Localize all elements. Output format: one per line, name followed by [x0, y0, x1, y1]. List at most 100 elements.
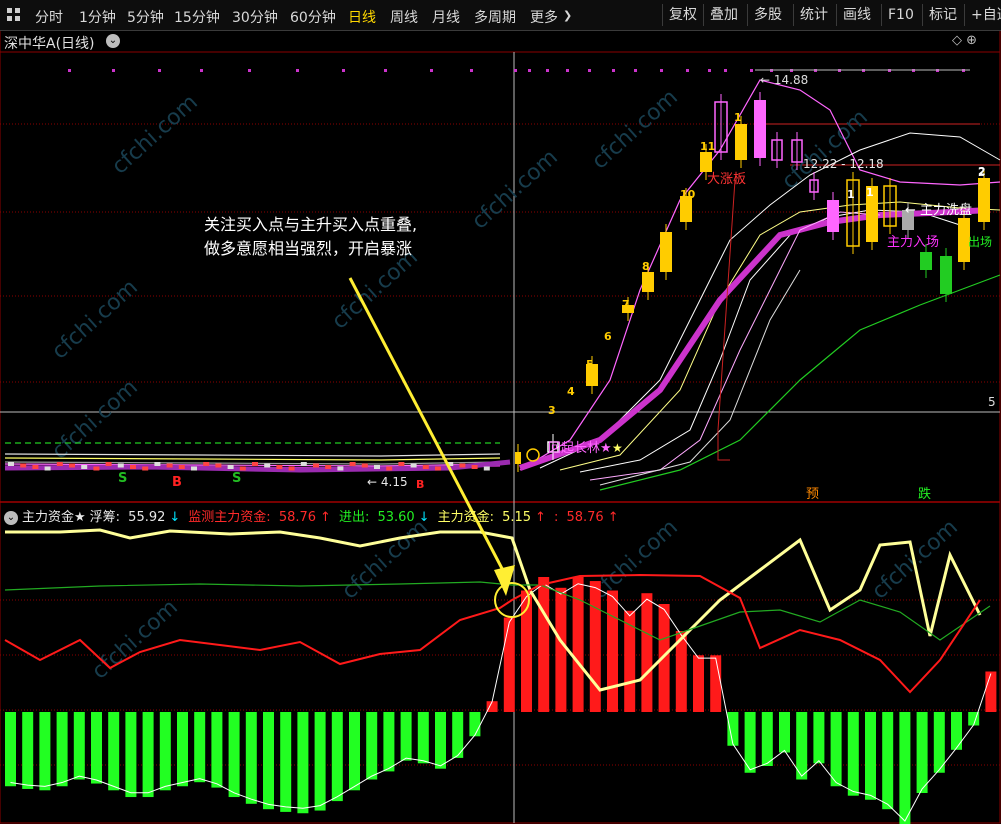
tool-fuquan-button[interactable]: 复权 [662, 4, 703, 26]
candle-small [435, 466, 441, 471]
start-signal-label: 回起长林★ [548, 441, 612, 456]
money-bar [469, 712, 481, 737]
legend-jiance-label: 监测主力资金: [188, 510, 275, 525]
marker-dot [430, 69, 433, 72]
money-bar [263, 712, 274, 810]
tool-f10-button[interactable]: F10 [881, 4, 920, 26]
money-bar [899, 712, 911, 824]
money-bar [417, 712, 429, 764]
marker-dot [384, 69, 387, 72]
signal-circle-icon [526, 448, 540, 462]
exit-label: 出场 [968, 235, 992, 249]
candle-body [642, 272, 654, 292]
money-bar [985, 671, 997, 712]
tool-huaxian-button[interactable]: 画线 [836, 4, 877, 26]
period-tab-monthly[interactable]: 月线 [432, 7, 460, 27]
legend-jiance: 监测主力资金: 58.76 ↑ [188, 510, 335, 525]
period-tab-30min[interactable]: 30分钟 [232, 7, 278, 27]
grid-icon[interactable] [7, 8, 21, 22]
candle-small [93, 466, 100, 471]
marker-dot [634, 69, 637, 72]
day-count-label: 1 [847, 188, 855, 201]
money-bar [538, 577, 550, 712]
tool-tongji-button[interactable]: 统计 [793, 4, 834, 26]
money-bar [882, 712, 894, 810]
legend-jinchu-value: 53.60 [377, 510, 415, 525]
day-count-label: 6 [604, 330, 612, 343]
money-bar [589, 581, 601, 712]
period-tab-fenshi[interactable]: 分时 [35, 7, 63, 27]
arrow-up-icon: ↑ [320, 510, 331, 525]
candle-body [978, 178, 990, 222]
marker-dot [112, 69, 115, 72]
candle-small [313, 463, 319, 468]
marker-dot [158, 69, 161, 72]
money-bar [624, 610, 636, 712]
period-tab-multi[interactable]: 多周期 [474, 7, 516, 27]
legend-fuchou-label: 浮筹: [89, 510, 125, 525]
money-bar [727, 712, 739, 746]
marker-dot [708, 69, 711, 72]
legend-zhuli-label: 主力资金: [437, 510, 499, 525]
candle-small [483, 466, 490, 471]
candle-body [735, 124, 747, 160]
marker-dot [248, 69, 251, 72]
indicator-chevron-icon[interactable]: ⌄ [4, 510, 18, 525]
marker-dot [470, 69, 473, 72]
marker-dot [686, 69, 689, 72]
candle-small [337, 466, 344, 471]
marker-dot [750, 69, 753, 72]
tool-duogu-button[interactable]: 多股 [747, 4, 788, 26]
money-bar [830, 712, 842, 787]
candle-small [105, 462, 112, 466]
marker-dot [612, 69, 615, 72]
panel-tools-icons[interactable]: ◇ ⊕ [952, 33, 977, 48]
candle-small [69, 463, 75, 468]
period-tab-more[interactable]: 更多 [530, 7, 558, 27]
period-tab-5min[interactable]: 5分钟 [127, 7, 164, 27]
watermark-text: cfchi.com [47, 275, 142, 364]
right-count-label: 2 [978, 166, 985, 179]
legend-fuchou-value: 55.92 [128, 510, 166, 525]
money-bar [228, 712, 240, 798]
day-count-label: 1 [866, 186, 874, 199]
legend-fuchou: 浮筹: 55.92 ↓ [90, 510, 185, 525]
tool-add-watchlist-button[interactable]: +自选 [964, 4, 1001, 26]
candle-small [361, 463, 368, 468]
candle-small [252, 462, 258, 466]
day-count-label: 10 [680, 188, 696, 201]
legend-jinchu: 进出: 53.60 ↓ [339, 510, 434, 525]
marker-dot [514, 69, 517, 72]
stock-title: 深中华A(日线) [4, 36, 95, 52]
candle-small [44, 466, 51, 471]
money-bar [761, 712, 773, 766]
candle-small [154, 462, 161, 466]
candle-small [166, 463, 173, 468]
chevron-down-icon[interactable]: ⌄ [106, 34, 120, 48]
arrow-down-icon: ↓ [169, 510, 181, 525]
money-bar [641, 593, 653, 712]
period-tab-1min[interactable]: 1分钟 [79, 7, 116, 27]
candle-small [276, 465, 283, 469]
money-bar [779, 712, 790, 753]
candle-small [142, 466, 149, 471]
marker-dot [68, 69, 71, 72]
chevron-right-icon[interactable]: ❯ [563, 9, 572, 22]
indicator-name: 主力资金★ [22, 510, 86, 525]
candle-small [398, 462, 405, 466]
period-tab-60min[interactable]: 60分钟 [290, 7, 336, 27]
buy-signal-b: B [172, 475, 182, 490]
period-tab-daily[interactable]: 日线 [348, 7, 376, 27]
money-bar [847, 712, 859, 796]
money-bar [177, 712, 188, 787]
drop-warning-label: 跌 [918, 486, 931, 502]
tool-diejia-button[interactable]: 叠加 [703, 4, 744, 26]
money-bar [693, 655, 704, 712]
tool-biaoji-button[interactable]: 标记 [922, 4, 963, 26]
money-bar [813, 712, 825, 764]
money-bar [607, 590, 618, 712]
period-tab-weekly[interactable]: 周线 [390, 7, 418, 27]
money-bar [383, 712, 395, 772]
period-tab-15min[interactable]: 15分钟 [174, 7, 220, 27]
watermark-text: cfchi.com [337, 515, 432, 604]
